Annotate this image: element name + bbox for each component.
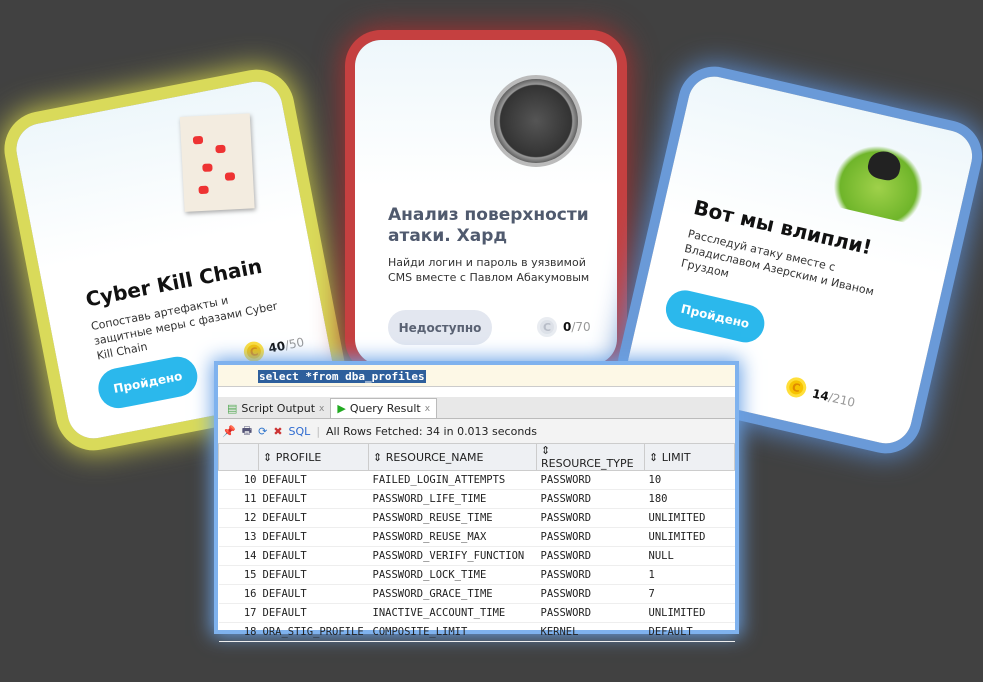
table-cell[interactable]: DEFAULT <box>258 546 369 566</box>
row-number[interactable]: 10 <box>218 470 259 490</box>
table-cell[interactable]: DEFAULT <box>258 603 369 623</box>
table-row[interactable]: 17 DEFAULT INACTIVE_ACCOUNT_TIME PASSWORD UN… <box>218 603 735 623</box>
sql-link[interactable]: SQL <box>289 425 311 438</box>
table-cell[interactable]: FAILED_LOGIN_ATTEMPTS <box>368 470 537 490</box>
table-cell[interactable]: INACTIVE_ACCOUNT_TIME <box>368 603 537 623</box>
close-icon[interactable]: x <box>425 404 430 414</box>
table-cell[interactable]: PASSWORD_VERIFY_FUNCTION <box>368 546 537 566</box>
table-cell[interactable]: PASSWORD_LIFE_TIME <box>368 489 537 509</box>
table-cell[interactable]: 1 <box>644 565 735 585</box>
table-cell[interactable]: PASSWORD <box>536 546 645 566</box>
close-icon[interactable]: x <box>319 404 324 414</box>
table-cell[interactable]: UNLIMITED <box>644 527 735 547</box>
column-header[interactable]: ⇕ LIMIT <box>644 443 735 471</box>
result-grid: ⇕ PROFILE ⇕ RESOURCE_NAME ⇕ RESOURCE_TYP… <box>218 443 735 642</box>
coin-icon: C <box>242 339 266 364</box>
table-cell[interactable]: DEFAULT <box>258 470 369 490</box>
column-header[interactable]: ⇕ RESOURCE_NAME <box>368 443 537 471</box>
table-cell[interactable]: DEFAULT <box>258 508 369 528</box>
table-row[interactable]: 15 DEFAULT PASSWORD_LOCK_TIME PASSWORD 1 <box>218 565 735 585</box>
query-text[interactable]: select *from dba_profiles <box>258 370 426 383</box>
column-header[interactable]: ⇕ PROFILE <box>258 443 369 471</box>
table-cell[interactable]: ORA_STIG_PROFILE <box>258 622 369 642</box>
sql-developer-panel: select *from dba_profiles ▤ Script Output… <box>218 365 735 642</box>
table-cell[interactable]: KERNEL <box>536 622 645 642</box>
table-cell[interactable]: PASSWORD <box>536 603 645 623</box>
table-cell[interactable]: 10 <box>644 470 735 490</box>
row-number[interactable]: 15 <box>218 565 259 585</box>
score: 0/70 <box>563 320 591 334</box>
print-icon[interactable]: 🖶 <box>242 422 252 441</box>
table-cell[interactable]: PASSWORD <box>536 584 645 604</box>
table-row[interactable]: 10 DEFAULT FAILED_LOGIN_ATTEMPTS PASSWORD 10 <box>218 470 735 490</box>
table-cell[interactable]: PASSWORD <box>536 527 645 547</box>
passed-button[interactable]: Пройдено <box>94 353 201 412</box>
unavailable-button[interactable]: Недоступно <box>388 310 492 345</box>
column-header[interactable]: ⇕ RESOURCE_TYPE <box>536 443 645 471</box>
table-cell[interactable]: 180 <box>644 489 735 509</box>
table-cell[interactable]: PASSWORD_LOCK_TIME <box>368 565 537 585</box>
table-row[interactable]: 18 ORA_STIG_PROFILE COMPOSITE_LIMIT KERNEL D… <box>218 622 735 642</box>
table-cell[interactable]: DEFAULT <box>258 584 369 604</box>
table-row[interactable]: 12 DEFAULT PASSWORD_REUSE_TIME PASSWORD UNLI… <box>218 508 735 528</box>
row-number[interactable]: 17 <box>218 603 259 623</box>
sticky-note-illustration <box>179 113 255 212</box>
score: 40/50 <box>267 335 306 356</box>
script-icon: ▤ <box>227 402 238 415</box>
coin-icon: C <box>537 317 557 337</box>
table-cell[interactable]: PASSWORD <box>536 565 645 585</box>
table-cell[interactable]: PASSWORD_REUSE_TIME <box>368 508 537 528</box>
table-cell[interactable]: DEFAULT <box>258 565 369 585</box>
row-number[interactable]: 14 <box>218 546 259 566</box>
table-cell[interactable]: DEFAULT <box>258 489 369 509</box>
table-row[interactable]: 11 DEFAULT PASSWORD_LIFE_TIME PASSWORD 180 <box>218 489 735 509</box>
run-icon: ▶ <box>337 402 346 415</box>
row-number[interactable]: 13 <box>218 527 259 547</box>
table-row[interactable]: 13 DEFAULT PASSWORD_REUSE_MAX PASSWORD UNLIM… <box>218 527 735 547</box>
row-number[interactable]: 11 <box>218 489 259 509</box>
table-cell[interactable]: PASSWORD <box>536 508 645 528</box>
table-cell[interactable]: DEFAULT <box>258 527 369 547</box>
clear-icon[interactable]: ✖ <box>273 425 282 438</box>
table-cell[interactable]: COMPOSITE_LIMIT <box>368 622 537 642</box>
table-row[interactable]: 14 DEFAULT PASSWORD_VERIFY_FUNCTION PASSWOR… <box>218 546 735 566</box>
table-cell[interactable]: NULL <box>644 546 735 566</box>
radar-illustration <box>490 75 582 167</box>
table-row[interactable]: 16 DEFAULT PASSWORD_GRACE_TIME PASSWORD 7 <box>218 584 735 604</box>
table-cell[interactable]: UNLIMITED <box>644 508 735 528</box>
row-number[interactable]: 12 <box>218 508 259 528</box>
tab-script-output[interactable]: ▤ Script Output x <box>221 399 330 418</box>
pin-icon[interactable]: 📌 <box>222 425 236 438</box>
table-cell[interactable]: PASSWORD_REUSE_MAX <box>368 527 537 547</box>
row-number[interactable]: 16 <box>218 584 259 604</box>
fetch-status: All Rows Fetched: 34 in 0.013 seconds <box>326 424 538 438</box>
table-cell[interactable]: PASSWORD <box>536 470 645 490</box>
tab-query-result[interactable]: ▶ Query Result x <box>330 398 438 418</box>
card-title: Анализ поверхности атаки. Хард <box>388 205 589 246</box>
table-cell[interactable]: DEFAULT <box>644 622 735 642</box>
cat-slime-illustration <box>828 136 932 226</box>
score: 14/210 <box>810 386 857 410</box>
table-cell[interactable]: PASSWORD <box>536 489 645 509</box>
row-number[interactable]: 18 <box>218 622 259 642</box>
card-description: Найди логин и пароль в уязвимой CMS вмес… <box>388 256 590 284</box>
coin-icon: C <box>784 375 809 400</box>
table-cell[interactable]: PASSWORD_GRACE_TIME <box>368 584 537 604</box>
passed-button[interactable]: Пройдено <box>662 286 769 347</box>
table-cell[interactable]: UNLIMITED <box>644 603 735 623</box>
sql-editor[interactable]: select *from dba_profiles <box>218 365 735 387</box>
course-card-attack-surface[interactable]: Анализ поверхности атаки. Хард Найди лог… <box>355 40 617 365</box>
refresh-icon[interactable]: ⟳ <box>258 425 267 438</box>
table-cell[interactable]: 7 <box>644 584 735 604</box>
